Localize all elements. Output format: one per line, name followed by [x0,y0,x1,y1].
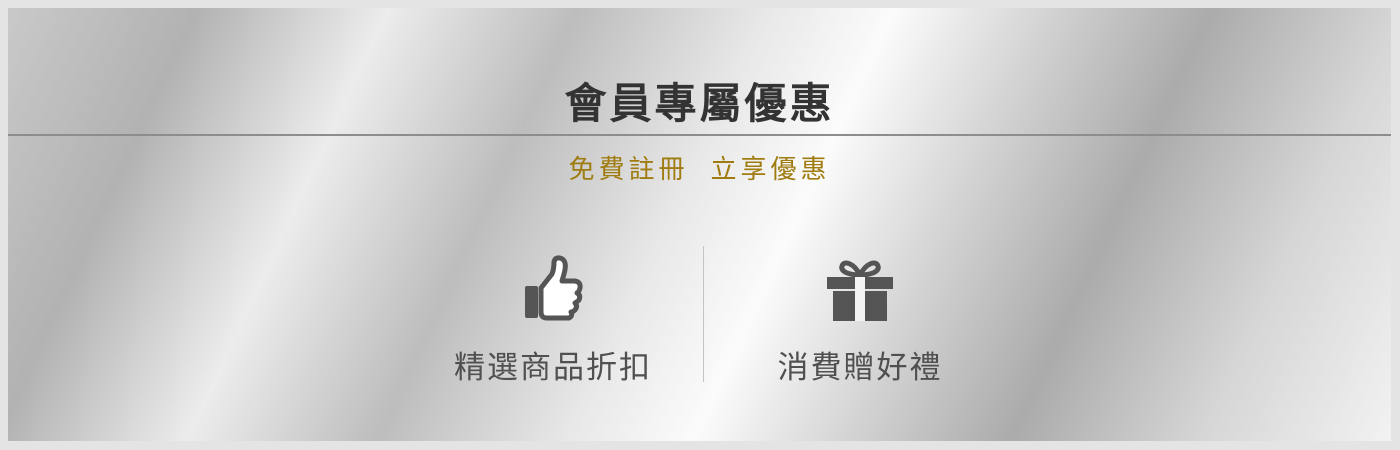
subtitle-free-register: 免費註冊 [568,155,689,185]
gift-icon [827,260,893,321]
title-divider [8,134,1391,136]
feature-discount-label: 精選商品折扣 [454,350,652,386]
banner-title: 會員專屬優惠 [564,79,835,128]
subtitle-instant-offer: 立享優惠 [710,155,831,185]
thumbs-up-icon [525,255,583,321]
banner-subtitle: 免費註冊 立享優惠 [8,149,1391,186]
feature-gift: 消費贈好禮 [730,254,990,387]
feature-discount: 精選商品折扣 [423,254,683,387]
feature-gift-label: 消費贈好禮 [777,350,943,386]
member-offer-banner: 會員專屬優惠 免費註冊 立享優惠 精選商品折扣 消費贈好禮 [8,8,1391,441]
feature-separator [703,246,704,382]
